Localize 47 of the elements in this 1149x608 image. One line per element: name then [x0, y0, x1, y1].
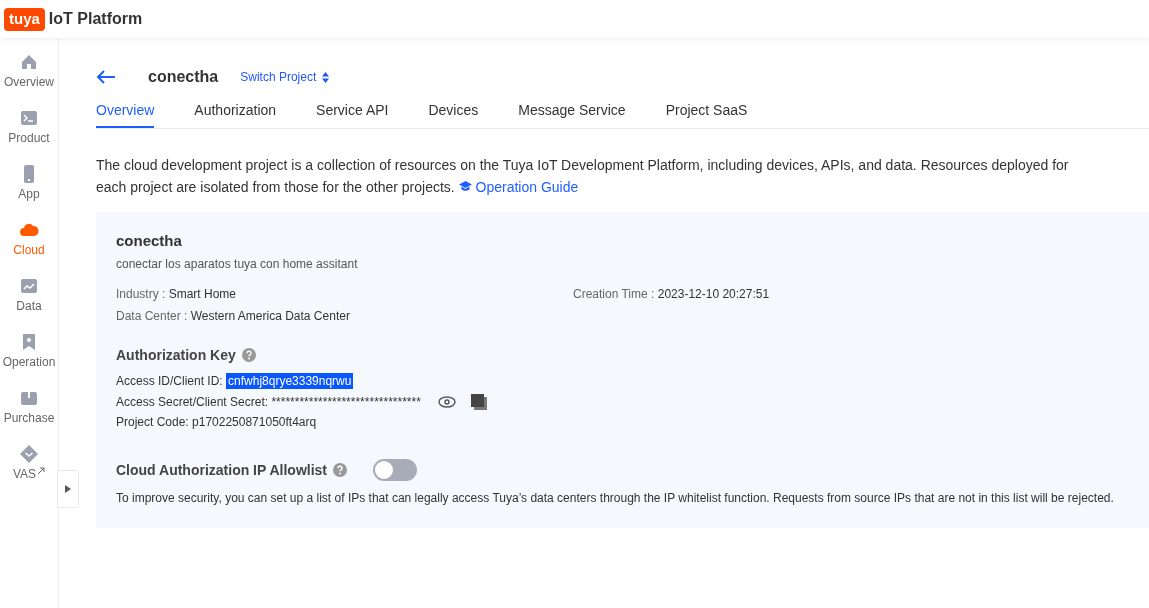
project-name: conectha [148, 68, 219, 86]
field-label: Access Secret/Client Secret: [116, 395, 270, 409]
project-code-value: p1702250871050ft4arq [192, 415, 317, 429]
expand-sidebar-button[interactable] [57, 470, 79, 508]
home-icon [19, 52, 39, 72]
section-title: Authorization Key [116, 347, 236, 363]
terminal-icon [19, 108, 39, 128]
sidebar-item[interactable]: VAS [2, 444, 56, 500]
brand-logo[interactable]: tuya [4, 7, 45, 31]
sidebar-item[interactable]: Purchase [2, 388, 56, 444]
allowlist-toggle[interactable] [373, 459, 418, 481]
switch-project-link[interactable]: Switch Project [240, 70, 330, 84]
tab[interactable]: Project SaaS [665, 98, 748, 128]
client-id-value: cnfwhj8qrye3339nqrwu [226, 373, 354, 389]
copy-icon[interactable] [468, 392, 489, 412]
section-title: Cloud Authorization IP Allowlist [116, 462, 328, 478]
sidebar-item[interactable]: App [2, 164, 56, 220]
operation-guide-link[interactable]: Operation Guide [458, 179, 579, 195]
sidebar-item[interactable]: Operation [2, 332, 56, 388]
intro-paragraph: The cloud development project is a collection of resources on the Tuya IoT Development Platform, including devices, APIs, and data. Resources deployed for each project are isolated from those for the other projects. Operation Guide [96, 156, 1069, 197]
sidebar-item[interactable]: Cloud [2, 220, 56, 276]
help-icon[interactable] [333, 463, 348, 477]
sidebar-item[interactable]: Data [2, 276, 56, 332]
detail-text: Data Center : Western America Data Center [116, 309, 351, 323]
sidebar-item[interactable]: Overview [2, 52, 56, 108]
sidebar-item[interactable]: Product [2, 108, 56, 164]
detail-text: Creation Time : 2023-12-10 20:27:51 [573, 287, 771, 301]
diamond-icon [19, 444, 39, 464]
help-icon[interactable] [241, 348, 256, 362]
field-label: Access ID/Client ID: [116, 374, 224, 388]
tab[interactable]: Authorization [194, 98, 277, 128]
chart-icon [19, 276, 39, 296]
graduation-cap-icon [458, 181, 472, 192]
field-label: Project Code: [116, 415, 190, 429]
tab[interactable]: Overview [96, 98, 155, 128]
tab[interactable]: Service API [316, 98, 389, 128]
sort-icon [322, 71, 330, 83]
tab[interactable]: Devices [428, 98, 479, 128]
project-description: conectar los aparatos tuya con home assitant [116, 257, 359, 271]
back-arrow-icon[interactable] [96, 69, 116, 85]
tab[interactable]: Message Service [518, 98, 626, 128]
card-title: conectha [116, 232, 183, 249]
allowlist-note: To improve security, you can set up a list of IPs that can legally access Tuya’s data centers through the IP whitelist function. Requests from source IPs that are not in this list will be rejected. [116, 491, 1115, 505]
client-secret-value: ******************************** [271, 395, 421, 409]
detail-text: Industry : Smart Home [116, 287, 238, 301]
platform-title: IoT Platform [48, 10, 143, 28]
caret-icon [65, 485, 71, 493]
